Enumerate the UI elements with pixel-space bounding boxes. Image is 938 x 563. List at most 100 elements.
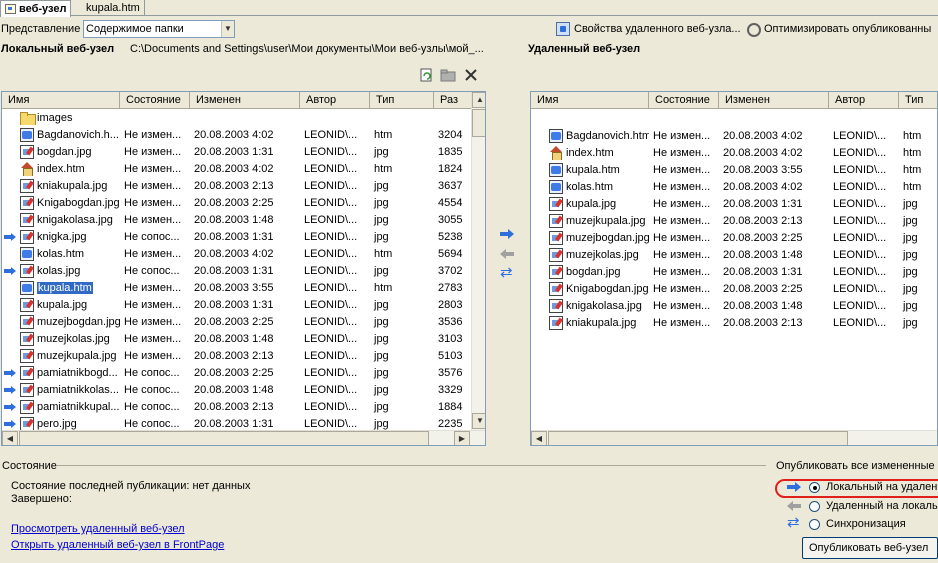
modified-cell: 20.08.2003 4:02 [194, 247, 274, 260]
table-row[interactable]: kniakupala.jpg Не измен... 20.08.2003 2:13… [531, 314, 937, 331]
view-select[interactable]: Содержимое папки ▼ [83, 20, 235, 38]
new-folder-icon[interactable] [440, 69, 456, 82]
table-row[interactable]: images [2, 109, 472, 126]
sync-icon[interactable] [500, 265, 514, 280]
local-hscroll-thumb[interactable] [19, 431, 429, 445]
table-row[interactable]: Bagdanovich.h... Не измен... 20.08.2003 4:… [2, 126, 472, 143]
publish-to-remote-icon[interactable] [500, 228, 514, 240]
column-header-1[interactable]: Состояние [649, 92, 719, 109]
publish-website-button[interactable]: Опубликовать веб-узел [802, 537, 938, 559]
table-row[interactable]: kupala.jpg Не измен... 20.08.2003 1:31 LEON… [531, 195, 937, 212]
radio-sync[interactable] [809, 518, 820, 530]
remote-site-title: Удаленный веб-узел [528, 43, 641, 55]
status-cell: Не измен... [653, 129, 711, 142]
local-vertical-scrollbar[interactable]: ▲ ▼ [471, 92, 485, 430]
scroll-left-icon[interactable]: ◀ [531, 431, 547, 445]
table-row[interactable]: index.htm Не измен... 20.08.2003 4:02 LEONI… [531, 144, 937, 161]
tab-kupala-htm[interactable]: kupala.htm [82, 0, 145, 16]
file-name: kupala.jpg [566, 197, 617, 210]
modified-cell: 20.08.2003 4:02 [723, 129, 803, 142]
table-row[interactable]: pamiatnikbogd... Не сопос... 20.08.2003 2:… [2, 364, 472, 381]
table-row[interactable]: pamiatnikkolas... Не сопос... 20.08.2003 1… [2, 381, 472, 398]
radio-remote-to-local[interactable] [809, 500, 820, 512]
scroll-down-icon[interactable]: ▼ [472, 413, 485, 429]
delete-icon[interactable] [464, 68, 478, 82]
open-remote-frontpage-link[interactable]: Открыть удаленный веб-узел в FrontPage [11, 539, 224, 551]
column-header-4[interactable]: Тип [370, 92, 434, 109]
scroll-up-icon[interactable]: ▲ [472, 92, 485, 108]
column-header-2[interactable]: Изменен [190, 92, 300, 109]
view-remote-site-link[interactable]: Просмотреть удаленный веб-узел [11, 523, 185, 535]
file-name: kolas.jpg [37, 264, 81, 277]
size-cell: 2235 [438, 417, 463, 430]
arrow-right-icon [4, 267, 16, 275]
table-row[interactable]: pamiatnikkupal... Не сопос... 20.08.2003 2… [2, 398, 472, 415]
table-row[interactable]: Knigabogdan.jpg Не измен... 20.08.2003 2:2… [2, 194, 472, 211]
image-file-icon [549, 213, 563, 228]
chevron-down-icon[interactable]: ▼ [221, 21, 234, 37]
table-row[interactable]: bogdan.jpg Не измен... 20.08.2003 1:31 LEON… [531, 263, 937, 280]
author-cell: LEONID\... [833, 163, 887, 176]
radio-local-to-remote[interactable] [809, 481, 820, 493]
table-row[interactable]: muzejkolas.jpg Не измен... 20.08.2003 1:48… [2, 330, 472, 347]
column-header-0[interactable]: Имя [531, 92, 649, 109]
image-file-icon [20, 365, 34, 380]
column-header-2[interactable]: Изменен [719, 92, 829, 109]
table-row[interactable]: index.htm Не измен... 20.08.2003 4:02 LEONI… [2, 160, 472, 177]
remote-properties-button[interactable]: Свойства удаленного веб-узла... [556, 21, 741, 37]
scroll-left-icon[interactable]: ◀ [2, 431, 18, 445]
optimize-button[interactable]: Оптимизировать опубликованны [746, 21, 931, 37]
modified-cell: 20.08.2003 1:31 [194, 145, 274, 158]
local-horizontal-scrollbar[interactable]: ◀ ▶ [2, 430, 485, 445]
table-row[interactable]: kolas.htm Не измен... 20.08.2003 4:02 LEONI… [2, 245, 472, 262]
table-row[interactable]: knigakolasa.jpg Не измен... 20.08.2003 1:4… [531, 297, 937, 314]
html-file-icon [549, 128, 563, 143]
column-header-1[interactable]: Состояние [120, 92, 190, 109]
publish-option-local-to-remote[interactable]: Локальный на удален [787, 481, 937, 493]
status-cell: Не измен... [653, 299, 711, 312]
remote-hscroll-thumb[interactable] [548, 431, 848, 445]
table-row[interactable]: muzejkolas.jpg Не измен... 20.08.2003 1:48… [531, 246, 937, 263]
table-row[interactable]: kniakupala.jpg Не измен... 20.08.2003 2:13… [2, 177, 472, 194]
remote-file-list[interactable]: Имя Состояние Изменен Автор Тип Bagdanovich.… [530, 91, 938, 446]
table-row[interactable]: kolas.htm Не измен... 20.08.2003 4:02 LEONI… [531, 178, 937, 195]
column-header-4[interactable]: Тип [899, 92, 937, 109]
table-row[interactable]: Bagdanovich.htm Не измен... 20.08.2003 4:0… [531, 127, 937, 144]
table-row[interactable]: muzejkupala.jpg Не измен... 20.08.2003 2:1… [531, 212, 937, 229]
column-header-3[interactable]: Автор [829, 92, 899, 109]
table-row[interactable]: kupala.htm Не измен... 20.08.2003 3:55 LEON… [2, 279, 472, 296]
local-scroll-thumb[interactable] [472, 109, 485, 137]
modified-cell: 20.08.2003 1:48 [723, 248, 803, 261]
arrow-right-icon [4, 369, 16, 377]
publish-section-label: Опубликовать все измененные [776, 460, 935, 472]
table-row[interactable]: knigka.jpg Не сопос... 20.08.2003 1:31 LEON… [2, 228, 472, 245]
table-row[interactable]: kupala.htm Не измен... 20.08.2003 3:55 LEON… [531, 161, 937, 178]
name-cell: bogdan.jpg [531, 264, 649, 279]
table-row[interactable]: kolas.jpg Не сопос... 20.08.2003 1:31 LEONI… [2, 262, 472, 279]
scroll-right-icon[interactable]: ▶ [454, 431, 470, 445]
column-header-3[interactable]: Автор [300, 92, 370, 109]
table-row[interactable]: muzejkupala.jpg Не измен... 20.08.2003 2:1… [2, 347, 472, 364]
tab-website[interactable]: веб-узел [0, 0, 72, 17]
local-file-list[interactable]: Имя Состояние Изменен Автор Тип Раз images Bag… [1, 91, 486, 446]
table-row[interactable]: muzejbogdan.jpg Не измен... 20.08.2003 2:2… [2, 313, 472, 330]
type-cell: htm [374, 247, 393, 260]
table-row[interactable]: bogdan.jpg Не измен... 20.08.2003 1:31 LEON… [2, 143, 472, 160]
table-row[interactable]: kupala.jpg Не измен... 20.08.2003 1:31 LEON… [2, 296, 472, 313]
publish-option-remote-to-local[interactable]: Удаленный на локаль [787, 500, 938, 512]
table-row[interactable]: Knigabogdan.jpg Не измен... 20.08.2003 2:2… [531, 280, 937, 297]
status-cell: Не измен... [653, 248, 711, 261]
author-cell: LEONID\... [304, 162, 358, 175]
refresh-icon[interactable] [420, 68, 434, 82]
table-row[interactable]: knigakolasa.jpg Не измен... 20.08.2003 1:4… [2, 211, 472, 228]
modified-cell: 20.08.2003 1:31 [194, 264, 274, 277]
file-name: Knigabogdan.jpg [566, 282, 649, 295]
table-row[interactable]: muzejbogdan.jpg Не измен... 20.08.2003 2:2… [531, 229, 937, 246]
remote-horizontal-scrollbar[interactable]: ◀ [531, 430, 937, 445]
column-header-0[interactable]: Имя [2, 92, 120, 109]
author-cell: LEONID\... [833, 282, 887, 295]
column-header-5[interactable]: Раз [434, 92, 472, 109]
modified-cell: 20.08.2003 2:25 [194, 196, 274, 209]
publish-option-sync[interactable]: Синхронизация [787, 515, 906, 530]
name-cell: Knigabogdan.jpg [531, 281, 649, 296]
